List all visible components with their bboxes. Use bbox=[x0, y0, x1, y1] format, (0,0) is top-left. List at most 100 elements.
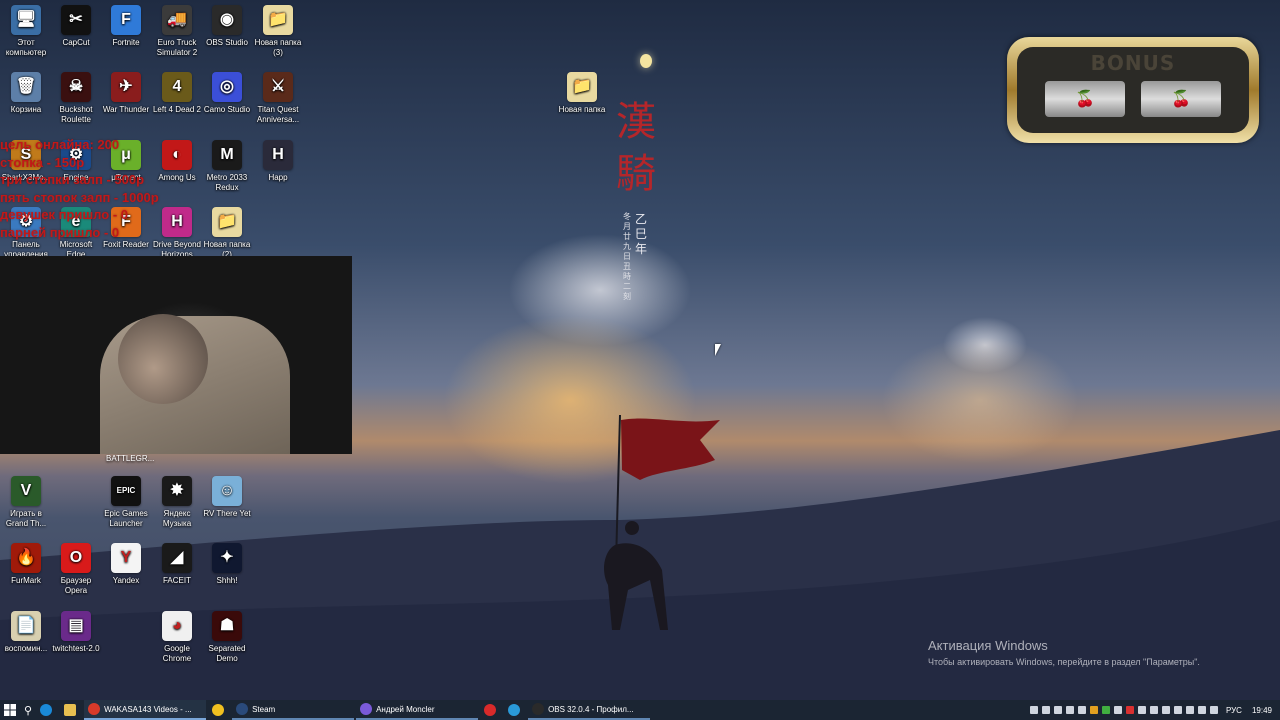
app-icon: 🚚 bbox=[162, 5, 192, 35]
desktop-icon[interactable]: EPIC Epic Games Launcher bbox=[100, 476, 152, 529]
bonus-slot-1: 🍒 bbox=[1045, 81, 1125, 117]
bonus-inner: BONUS 🍒 🍒 bbox=[1017, 47, 1249, 133]
start-button[interactable] bbox=[0, 700, 20, 720]
desktop-icon[interactable]: F Fortnite bbox=[100, 5, 152, 48]
tray-icon[interactable] bbox=[1125, 706, 1134, 714]
desktop-icon[interactable]: V Играть в Grand Th... bbox=[0, 476, 52, 529]
desktop-icon-label: Новая папка (3) bbox=[254, 38, 302, 57]
wallpaper-kanji-small: 乙巳年 bbox=[634, 212, 647, 256]
desktop-icon[interactable]: M Metro 2033 Redux bbox=[201, 140, 253, 193]
desktop-icon[interactable]: O Браузер Opera bbox=[50, 543, 102, 596]
desktop-icon[interactable]: 📄 воспомин... bbox=[0, 611, 52, 654]
desktop-icon-label: Epic Games Launcher bbox=[104, 509, 148, 528]
overlay-line: три стопки залп - 500р bbox=[0, 172, 145, 187]
webcam-overlay bbox=[0, 256, 352, 454]
tray-icon[interactable] bbox=[1101, 706, 1110, 714]
desktop-icon[interactable]: 🗑 Корзина bbox=[0, 72, 52, 115]
search-button[interactable]: ⚲ bbox=[20, 700, 36, 720]
tray-icon[interactable] bbox=[1113, 706, 1122, 714]
edge-pinned[interactable] bbox=[36, 700, 60, 720]
app-icon: ✦ bbox=[212, 543, 242, 573]
taskbar-app-button[interactable] bbox=[480, 700, 504, 720]
desktop-icon[interactable]: ⚔ Titan Quest Anniversa... bbox=[252, 72, 304, 125]
desktop-icon-label: Играть в Grand Th... bbox=[5, 509, 47, 528]
tray-icon[interactable] bbox=[1173, 706, 1182, 714]
desktop-icon[interactable]: 4 Left 4 Dead 2 bbox=[151, 72, 203, 115]
taskbar-app-button[interactable]: OBS 32.0.4 - Профил... bbox=[528, 700, 651, 720]
overlay-line: девушек пришло - 0 bbox=[0, 207, 128, 222]
tray-icon[interactable] bbox=[1149, 706, 1158, 714]
desktop-icon[interactable]: ◉ OBS Studio bbox=[201, 5, 253, 48]
app-icon: ☠ bbox=[61, 72, 91, 102]
explorer-pinned[interactable] bbox=[60, 700, 84, 720]
desktop-icon[interactable]: H Drive Beyond Horizons bbox=[151, 207, 203, 260]
app-icon bbox=[508, 704, 521, 716]
desktop-icon[interactable]: ✦ Shhh! bbox=[201, 543, 253, 586]
tray-icon[interactable] bbox=[1053, 706, 1062, 714]
activation-subtitle: Чтобы активировать Windows, перейдите в … bbox=[928, 657, 1200, 667]
desktop-icon[interactable]: ☠ Buckshot Roulette bbox=[50, 72, 102, 125]
tray-icon[interactable] bbox=[1077, 706, 1086, 714]
clock[interactable]: 19:49 bbox=[1252, 706, 1272, 715]
desktop-icon-label: War Thunder bbox=[102, 105, 150, 114]
desktop-icon-label: CapCut bbox=[62, 38, 90, 47]
desktop-icon[interactable]: 📁 Новая папка (2) bbox=[201, 207, 253, 260]
desktop-icon-label: Shhh! bbox=[216, 576, 238, 585]
desktop-icon-label: воспомин... bbox=[4, 644, 48, 653]
taskbar-app-button[interactable] bbox=[504, 700, 528, 720]
tray-icon[interactable] bbox=[1161, 706, 1170, 714]
desktop-icon[interactable]: ◎ Camo Studio bbox=[201, 72, 253, 115]
tray-icon[interactable] bbox=[1185, 706, 1194, 714]
tray-icon[interactable] bbox=[1089, 706, 1098, 714]
tray-icon[interactable] bbox=[1065, 706, 1074, 714]
taskbar-app-button[interactable]: Steam bbox=[232, 700, 355, 720]
desktop-icon[interactable]: ✈ War Thunder bbox=[100, 72, 152, 115]
app-icon: 🔥 bbox=[11, 543, 41, 573]
desktop-icon-label: Buckshot Roulette bbox=[59, 105, 93, 124]
app-icon: ▤ bbox=[61, 611, 91, 641]
desktop-icon-label: FurMark bbox=[11, 576, 41, 585]
app-icon: 📁 bbox=[263, 5, 293, 35]
desktop-icon[interactable]: ◕ Google Chrome bbox=[151, 611, 203, 664]
wifi-icon[interactable] bbox=[1197, 706, 1206, 714]
system-tray: РУС 19:49 bbox=[1028, 700, 1280, 720]
bonus-slot-2: 🍒 bbox=[1141, 81, 1221, 117]
tray-icon[interactable] bbox=[1029, 706, 1038, 714]
desktop-icon-label: OBS Studio bbox=[206, 38, 248, 47]
desktop-icon[interactable]: 🖥 Этот компьютер bbox=[0, 5, 52, 58]
desktop-icon[interactable]: Y Yandex bbox=[100, 543, 152, 586]
desktop-icon[interactable]: ✂ CapCut bbox=[50, 5, 102, 48]
desktop-icon[interactable]: ◢ FACEIT bbox=[151, 543, 203, 586]
app-icon: ◉ bbox=[212, 5, 242, 35]
taskbar-app-button[interactable] bbox=[208, 700, 232, 720]
taskbar-app-button[interactable]: WAKASA143 Videos - ... bbox=[84, 700, 207, 720]
desktop: 漢騎 乙巳年 冬月廿九日丑時二刻 🖥 Этот компьютер ✂ CapCut F… bbox=[0, 0, 1280, 700]
desktop-icon[interactable]: ☺ RV There Yet bbox=[201, 476, 253, 519]
desktop-icon-label: Metro 2033 Redux bbox=[206, 173, 248, 192]
tray-icon[interactable] bbox=[1041, 706, 1050, 714]
desktop-icon[interactable]: 📁 Новая папка (3) bbox=[252, 5, 304, 58]
app-icon: Y bbox=[111, 543, 141, 573]
webcam-hidden-icon-label[interactable]: BATTLEGR... bbox=[106, 454, 154, 463]
app-icon: ◎ bbox=[212, 72, 242, 102]
desktop-icon[interactable]: 🔥 FurMark bbox=[0, 543, 52, 586]
desktop-icon-label: Fortnite bbox=[112, 38, 140, 47]
volume-icon[interactable] bbox=[1209, 706, 1218, 714]
desktop-icon[interactable]: ▤ twitchtest-2.0 bbox=[50, 611, 102, 654]
desktop-icon[interactable]: ◐ Among Us bbox=[151, 140, 203, 183]
desktop-icon[interactable]: 📁 Новая папка bbox=[556, 72, 608, 115]
desktop-icon[interactable]: ✸ Яндекс Музыка bbox=[151, 476, 203, 529]
app-icon: ☗ bbox=[212, 611, 242, 641]
desktop-icon-label: FACEIT bbox=[162, 576, 191, 585]
edge-icon bbox=[40, 704, 53, 716]
language-indicator[interactable]: РУС bbox=[1226, 706, 1242, 715]
app-icon: ◕ bbox=[162, 611, 192, 641]
taskbar-app-button[interactable]: Андрей Moncler bbox=[356, 700, 479, 720]
desktop-icon[interactable]: ☗ Separated Demo bbox=[201, 611, 253, 664]
tray-icon[interactable] bbox=[1137, 706, 1146, 714]
mouse-cursor-icon bbox=[715, 344, 721, 356]
app-icon: H bbox=[162, 207, 192, 237]
desktop-icon[interactable]: H Happ bbox=[252, 140, 304, 183]
desktop-icon-label: Google Chrome bbox=[162, 644, 192, 663]
desktop-icon[interactable]: 🚚 Euro Truck Simulator 2 bbox=[151, 5, 203, 58]
